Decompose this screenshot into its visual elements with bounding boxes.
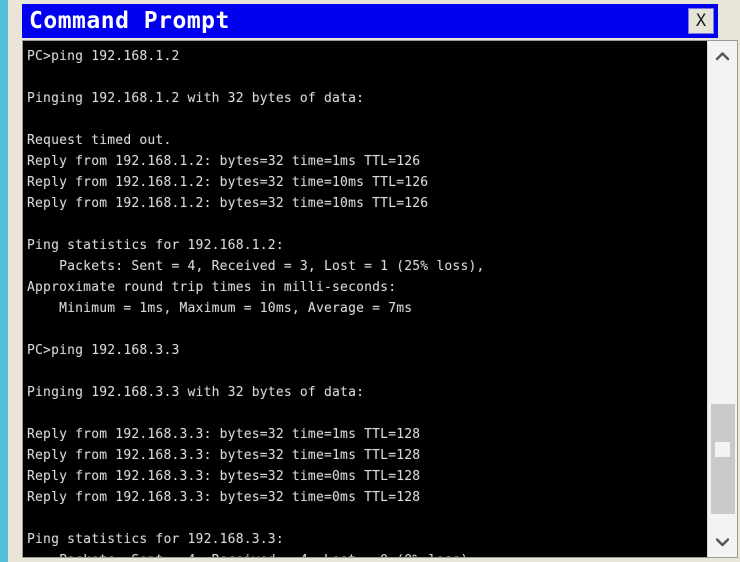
terminal-line: Reply from 192.168.1.2: bytes=32 time=1m…: [27, 154, 421, 169]
vertical-scrollbar[interactable]: [707, 41, 737, 557]
terminal-line: Reply from 192.168.1.2: bytes=32 time=10…: [27, 196, 429, 211]
terminal-line: Request timed out.: [27, 133, 172, 148]
terminal-line: PC>ping 192.168.3.3: [27, 343, 180, 358]
window-client-area: PC>ping 192.168.1.2 Pinging 192.168.1.2 …: [22, 40, 738, 558]
terminal-line: Approximate round trip times in milli-se…: [27, 280, 397, 295]
chevron-up-icon: [715, 51, 730, 61]
terminal-line: Packets: Sent = 4, Received = 4, Lost = …: [27, 550, 707, 557]
scroll-down-button[interactable]: [708, 527, 737, 557]
scrollbar-thumb[interactable]: [711, 404, 735, 514]
scrollbar-thumb-grip: [715, 442, 730, 457]
terminal-line: Minimum = 1ms, Maximum = 10ms, Average =…: [27, 301, 413, 316]
close-button[interactable]: X: [688, 8, 714, 34]
desktop-edge-strip: [0, 0, 8, 562]
terminal-line: Reply from 192.168.3.3: bytes=32 time=1m…: [27, 427, 421, 442]
scroll-up-button[interactable]: [708, 41, 737, 71]
window-titlebar[interactable]: Command Prompt X: [22, 4, 718, 38]
command-prompt-window: Command Prompt X PC>ping 192.168.1.2 Pin…: [22, 4, 740, 562]
window-title: Command Prompt: [29, 8, 230, 34]
terminal-line: Pinging 192.168.1.2 with 32 bytes of dat…: [27, 91, 365, 106]
terminal-line: Packets: Sent = 4, Received = 3, Lost = …: [27, 259, 485, 274]
terminal-line: Reply from 192.168.3.3: bytes=32 time=0m…: [27, 490, 421, 505]
terminal-line: Reply from 192.168.3.3: bytes=32 time=1m…: [27, 448, 421, 463]
chevron-down-icon: [715, 537, 730, 547]
terminal-line: PC>ping 192.168.1.2: [27, 49, 180, 64]
terminal-line: Pinging 192.168.3.3 with 32 bytes of dat…: [27, 385, 365, 400]
terminal-line: Ping statistics for 192.168.3.3:: [27, 532, 284, 547]
terminal-line: Reply from 192.168.3.3: bytes=32 time=0m…: [27, 469, 421, 484]
terminal-line: Reply from 192.168.1.2: bytes=32 time=10…: [27, 175, 429, 190]
screen: Command Prompt X PC>ping 192.168.1.2 Pin…: [0, 0, 740, 562]
terminal-line: Ping statistics for 192.168.1.2:: [27, 238, 284, 253]
terminal-output[interactable]: PC>ping 192.168.1.2 Pinging 192.168.1.2 …: [23, 41, 707, 557]
